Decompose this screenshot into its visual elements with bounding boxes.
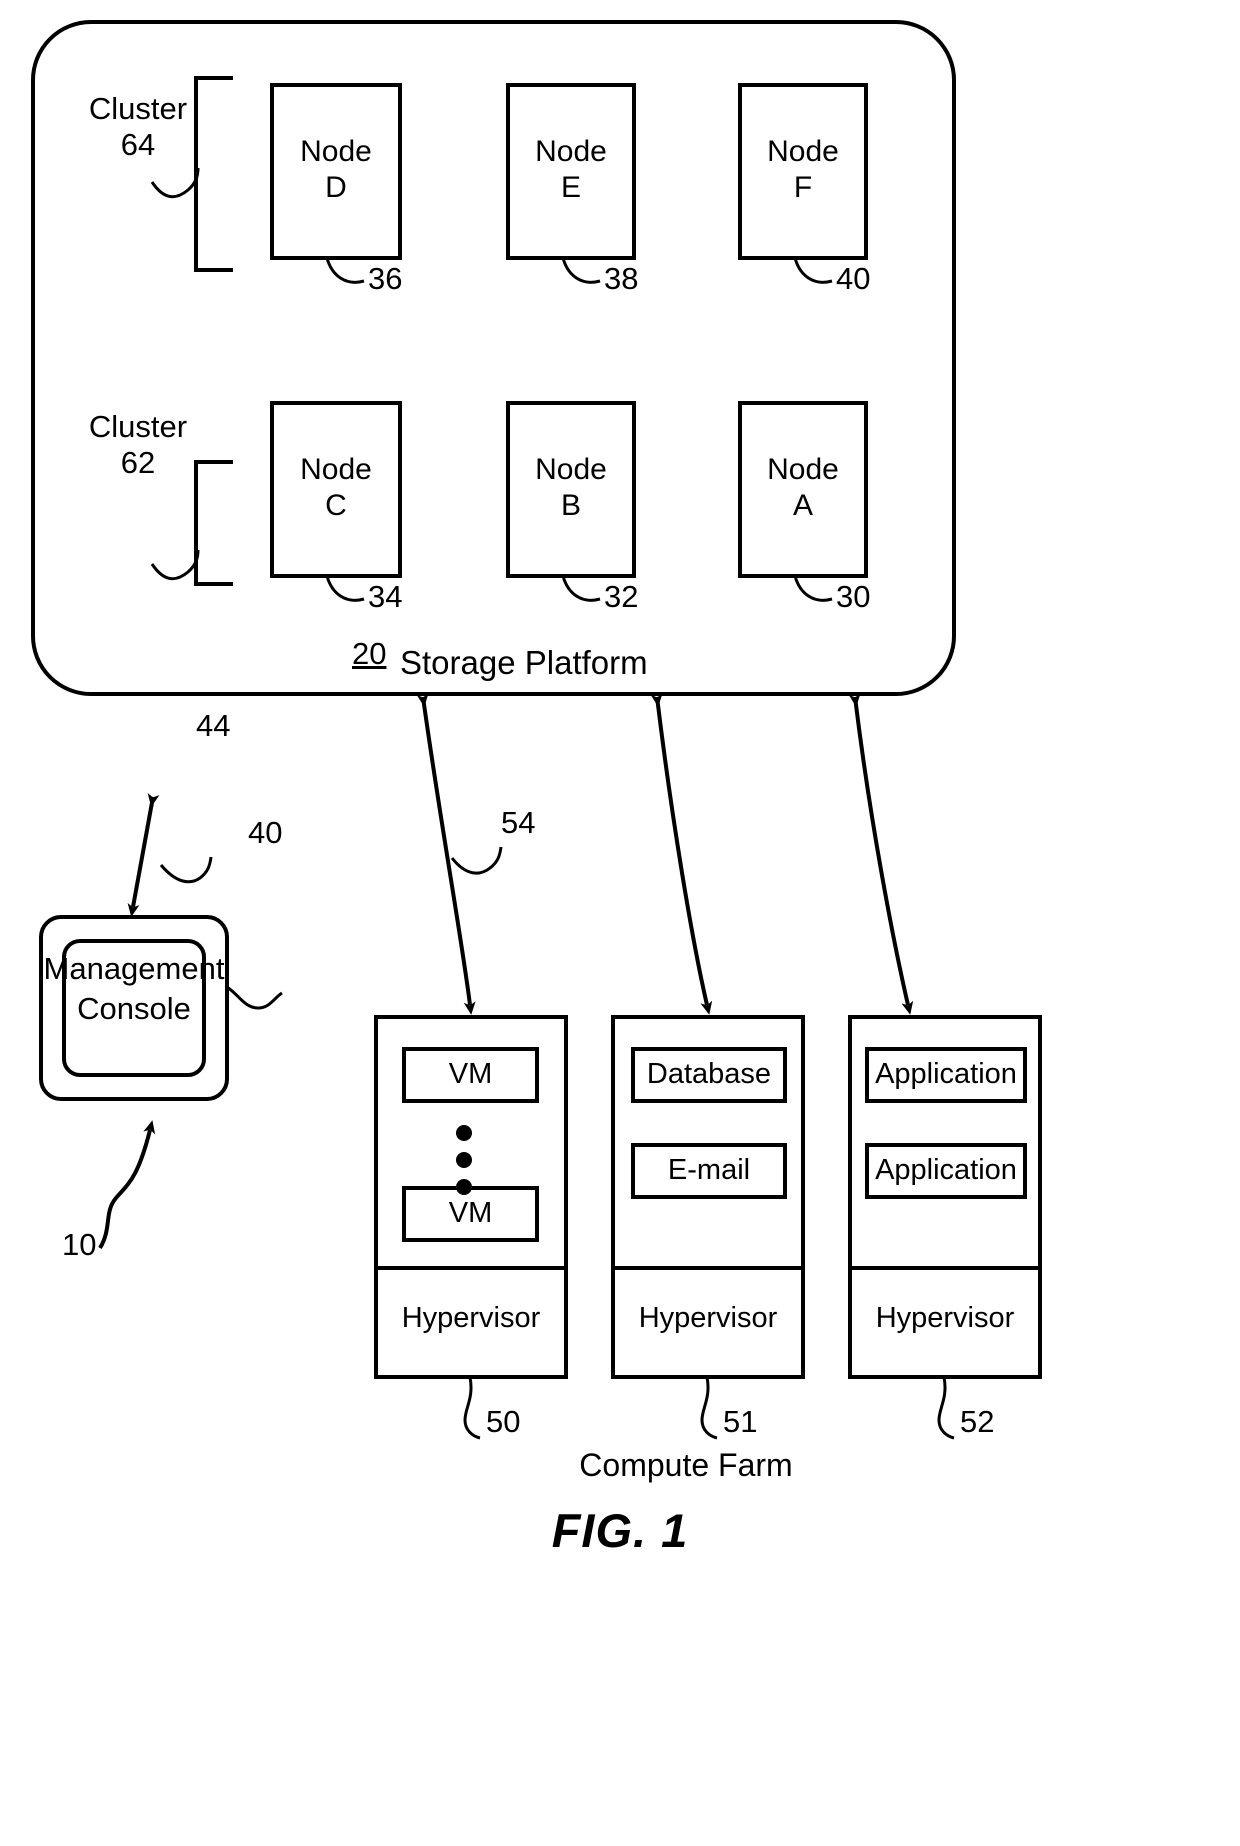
cluster-62-bracket — [194, 460, 233, 586]
link-44-ref: 44 — [196, 708, 231, 743]
node-e-label-line2: E — [560, 171, 581, 204]
node-f-ref: 40 — [836, 261, 871, 296]
host-51-hypervisor-label: Hypervisor — [638, 1302, 778, 1334]
host-50-ellipsis-dot-3 — [456, 1179, 472, 1195]
console-platform-link — [127, 792, 160, 917]
arrow-platform-host-50 — [416, 693, 476, 1015]
host-50-ellipsis-dot-1 — [456, 1125, 472, 1141]
node-d-leader — [325, 257, 365, 284]
host-50-ref: 50 — [486, 1404, 521, 1439]
node-b-leader — [561, 575, 601, 602]
compute-farm-title: Compute Farm — [579, 1447, 793, 1483]
node-f-label-line1: Node — [767, 135, 839, 168]
node-f-leader — [793, 257, 833, 284]
node-c-leader — [325, 575, 365, 602]
arrow-platform-host-51 — [650, 693, 713, 1015]
host-51-item-2: E-mail — [667, 1154, 751, 1186]
host-50-ref-leader — [463, 1376, 481, 1440]
node-f-label-line2: F — [793, 171, 813, 204]
cluster-62-label: Cluster — [88, 409, 188, 444]
host-52-hypervisor-label: Hypervisor — [875, 1302, 1015, 1334]
node-d-ref: 36 — [368, 261, 403, 296]
host-51-item-1: Database — [646, 1058, 772, 1090]
system-ref: 10 — [62, 1227, 97, 1262]
host-50-item-2: VM — [448, 1197, 493, 1229]
cluster-64-ref: 64 — [120, 127, 156, 162]
host-50-item-1: VM — [448, 1058, 493, 1090]
node-c-label-line2: C — [325, 489, 347, 522]
node-c-label-line1: Node — [300, 453, 372, 486]
cluster-62-ref: 62 — [120, 445, 156, 480]
figure-caption: FIG. 1 — [551, 1504, 689, 1557]
management-console-label-line2: Console — [77, 991, 191, 1026]
node-b-label-line2: B — [560, 489, 581, 522]
node-a-label-line1: Node — [767, 453, 839, 486]
host-52-ref-leader — [937, 1376, 955, 1440]
host-52-item-1: Application — [875, 1058, 1017, 1090]
link-44-leader — [159, 856, 213, 884]
host-51-ref: 51 — [723, 1404, 758, 1439]
management-console-label-line1: Management — [43, 951, 225, 986]
system-ref-arrow — [98, 1120, 156, 1250]
cluster-64-leader — [150, 167, 200, 199]
node-e-label-line1: Node — [535, 135, 607, 168]
management-console-ref: 40 — [248, 815, 283, 850]
host-52-item-2: Application — [875, 1154, 1017, 1186]
cluster-64-label: Cluster — [88, 91, 188, 126]
node-b-ref: 32 — [604, 579, 639, 614]
host-51-ref-leader — [700, 1376, 718, 1440]
node-a-leader — [793, 575, 833, 602]
storage-platform-title: Storage Platform — [400, 644, 648, 681]
node-d-label-line2: D — [325, 171, 347, 204]
cluster-62-leader — [150, 549, 200, 581]
host-50-ellipsis-dot-2 — [456, 1152, 472, 1168]
node-e-leader — [561, 257, 601, 284]
host-52-ref: 52 — [960, 1404, 995, 1439]
node-e-ref: 38 — [604, 261, 639, 296]
node-c-ref: 34 — [368, 579, 403, 614]
arrow-platform-host-52 — [848, 693, 914, 1015]
node-b-label-line1: Node — [535, 453, 607, 486]
node-d-label-line1: Node — [300, 135, 372, 168]
host-50-hypervisor-label: Hypervisor — [401, 1302, 541, 1334]
storage-platform-ref: 20 — [352, 636, 387, 671]
patent-figure: Cluster 64 Node D 36 Node E 38 Node F 40… — [0, 0, 1240, 1846]
node-a-label-line2: A — [792, 489, 813, 522]
link-54-ref: 54 — [501, 805, 536, 840]
link-54-leader — [450, 846, 503, 875]
node-a-ref: 30 — [836, 579, 871, 614]
